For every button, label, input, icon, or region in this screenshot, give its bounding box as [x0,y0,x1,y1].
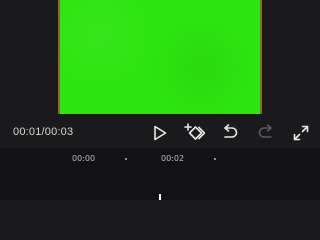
add-keyframe-button[interactable] [183,122,205,144]
timeline[interactable]: 00:00 00:02 [0,148,320,200]
undo-button[interactable] [219,122,241,144]
playhead[interactable] [159,194,161,200]
ruler-tick-dot [214,158,216,160]
time-ruler: 00:00 00:02 [0,148,320,168]
fullscreen-button[interactable] [290,122,312,144]
redo-button[interactable] [255,122,277,144]
play-icon [154,125,167,141]
ruler-tick-dot [125,158,127,160]
ruler-tick-label: 00:02 [161,154,185,163]
video-editor: 00:01/00:03 00:00 00:02 [0,0,320,200]
add-keyframe-icon [184,123,205,140]
play-button[interactable] [149,122,171,144]
fullscreen-icon [293,125,309,141]
ruler-tick-label: 00:00 [72,154,96,163]
timecode: 00:01/00:03 [13,126,74,138]
video-preview[interactable] [58,0,262,114]
preview-area [0,0,320,118]
playback-controls: 00:01/00:03 [0,118,320,148]
undo-icon [224,124,238,138]
redo-icon [258,124,272,138]
